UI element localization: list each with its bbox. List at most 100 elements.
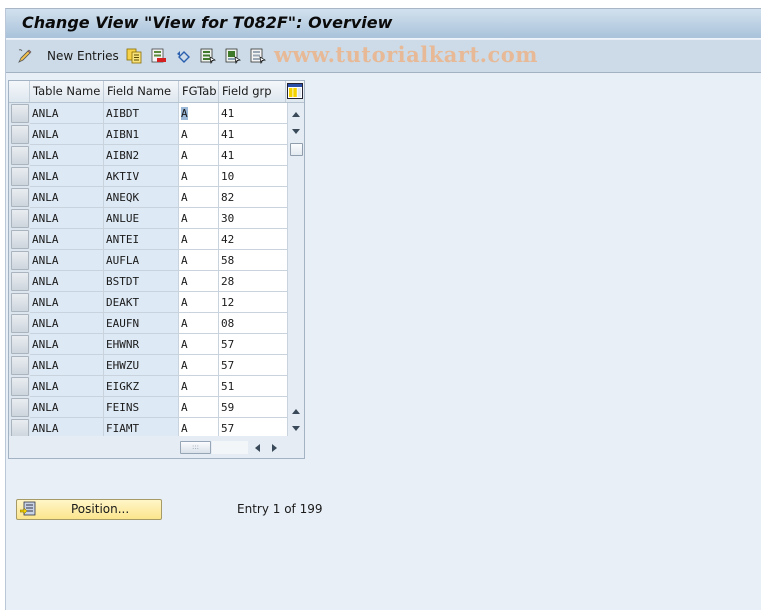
new-entries-button[interactable]: New Entries	[47, 47, 119, 65]
select-all-rows-header[interactable]	[9, 81, 30, 102]
horizontal-scroll-track[interactable]	[212, 441, 248, 454]
cell-field-grp[interactable]: 10	[219, 166, 288, 187]
scroll-left-button[interactable]	[252, 442, 262, 453]
column-header-fgtab[interactable]: FGTab	[179, 81, 219, 102]
position-button[interactable]: Position...	[16, 499, 162, 520]
table-row: ANLA AIBN1 A 41	[9, 124, 289, 145]
table-settings-icon	[287, 83, 303, 99]
cell-fgtab-text: A	[181, 422, 188, 435]
row-selector[interactable]	[11, 188, 29, 207]
edit-pencil-button[interactable]	[17, 47, 33, 65]
scroll-right-button[interactable]	[269, 442, 279, 453]
cell-fgtab[interactable]: A	[179, 271, 219, 292]
deselect-all-button[interactable]	[250, 47, 266, 65]
select-all-button[interactable]	[200, 47, 216, 65]
cell-field-grp-text: 10	[221, 170, 235, 183]
delete-button[interactable]	[151, 47, 167, 65]
cell-fgtab[interactable]: A	[179, 334, 219, 355]
cell-field-grp[interactable]: 28	[219, 271, 288, 292]
cell-fgtab[interactable]: A	[179, 208, 219, 229]
vertical-scrollbar[interactable]	[288, 103, 304, 436]
column-header-table-name[interactable]: Table Name	[30, 81, 104, 102]
row-selector[interactable]	[11, 335, 29, 354]
page-down-button[interactable]	[289, 420, 303, 434]
row-selector[interactable]	[11, 104, 29, 123]
row-selector[interactable]	[11, 293, 29, 312]
row-selector[interactable]	[11, 125, 29, 144]
page-up-button[interactable]	[289, 403, 303, 417]
cell-fgtab[interactable]: A	[179, 250, 219, 271]
cell-field-grp-text: 57	[221, 422, 235, 435]
row-selector[interactable]	[11, 167, 29, 186]
cell-field-grp[interactable]: 08	[219, 313, 288, 334]
cell-table-name: ANLA	[30, 187, 104, 208]
cell-field-grp-text: 42	[221, 233, 235, 246]
cell-field-grp[interactable]: 58	[219, 250, 288, 271]
select-block-button[interactable]	[225, 47, 241, 65]
row-selector[interactable]	[11, 230, 29, 249]
table-settings-button[interactable]	[287, 83, 303, 99]
vertical-scroll-thumb[interactable]	[290, 143, 303, 156]
row-selector[interactable]	[11, 251, 29, 270]
cell-field-grp[interactable]: 41	[219, 103, 288, 124]
cell-fgtab-text: A	[181, 317, 188, 330]
cell-table-name-text: ANLA	[32, 254, 59, 267]
table-row: ANLA EAUFN A 08	[9, 313, 289, 334]
cell-field-name-text: FIAMT	[106, 422, 140, 435]
table-row: ANLA ANLUE A 30	[9, 208, 289, 229]
row-selector[interactable]	[11, 398, 29, 417]
cell-fgtab[interactable]: A	[179, 376, 219, 397]
cell-table-name-text: ANLA	[32, 275, 59, 288]
row-selector[interactable]	[11, 272, 29, 291]
row-selector[interactable]	[11, 209, 29, 228]
cell-field-grp[interactable]: 41	[219, 124, 288, 145]
cell-field-grp[interactable]: 82	[219, 187, 288, 208]
arrow-right-icon	[271, 441, 277, 455]
cell-table-name-text: ANLA	[32, 128, 59, 141]
cell-fgtab-text: A	[181, 359, 188, 372]
undo-change-button[interactable]	[176, 47, 192, 65]
cell-table-name-text: ANLA	[32, 170, 59, 183]
cell-field-grp[interactable]: 57	[219, 334, 288, 355]
cell-field-name-text: EHWNR	[106, 338, 140, 351]
column-header-field-name[interactable]: Field Name	[104, 81, 179, 102]
watermark-text: www.tutorialkart.com	[274, 42, 538, 67]
cell-fgtab[interactable]: A	[179, 145, 219, 166]
cell-field-name-text: AIBN2	[106, 149, 140, 162]
cell-fgtab[interactable]: A	[179, 103, 219, 124]
cell-field-grp-text: 28	[221, 275, 235, 288]
cell-field-grp[interactable]: 41	[219, 145, 288, 166]
cell-fgtab[interactable]: A	[179, 313, 219, 334]
cell-fgtab[interactable]: A	[179, 166, 219, 187]
row-selector[interactable]	[11, 146, 29, 165]
row-selector[interactable]	[11, 314, 29, 333]
cell-field-grp[interactable]: 12	[219, 292, 288, 313]
copy-as-button[interactable]	[126, 47, 142, 65]
cell-field-grp[interactable]: 51	[219, 376, 288, 397]
column-header-field-grp[interactable]: Field grp	[219, 81, 286, 102]
table-row: ANLA EIGKZ A 51	[9, 376, 289, 397]
cell-field-grp-text: 12	[221, 296, 235, 309]
cell-field-grp[interactable]: 57	[219, 355, 288, 376]
cell-field-name-text: EAUFN	[106, 317, 140, 330]
scroll-down-button[interactable]	[289, 123, 303, 137]
row-selector[interactable]	[11, 356, 29, 375]
cell-field-grp[interactable]: 42	[219, 229, 288, 250]
horizontal-scrollbar[interactable]: :::	[9, 436, 304, 458]
cell-fgtab[interactable]: A	[179, 397, 219, 418]
cell-fgtab[interactable]: A	[179, 292, 219, 313]
cell-table-name: ANLA	[30, 376, 104, 397]
cell-field-grp[interactable]: 30	[219, 208, 288, 229]
cell-fgtab[interactable]: A	[179, 124, 219, 145]
cell-field-grp[interactable]: 59	[219, 397, 288, 418]
cell-field-name-text: AUFLA	[106, 254, 140, 267]
scroll-up-button[interactable]	[289, 106, 303, 120]
cell-fgtab[interactable]: A	[179, 355, 219, 376]
cell-fgtab[interactable]: A	[179, 229, 219, 250]
cell-fgtab[interactable]: A	[179, 187, 219, 208]
cell-field-name-text: AIBDT	[106, 107, 140, 120]
title-bar: Change View "View for T082F": Overview	[6, 9, 761, 39]
cell-table-name-text: ANLA	[32, 380, 59, 393]
horizontal-scroll-thumb[interactable]: :::	[180, 441, 211, 454]
row-selector[interactable]	[11, 377, 29, 396]
